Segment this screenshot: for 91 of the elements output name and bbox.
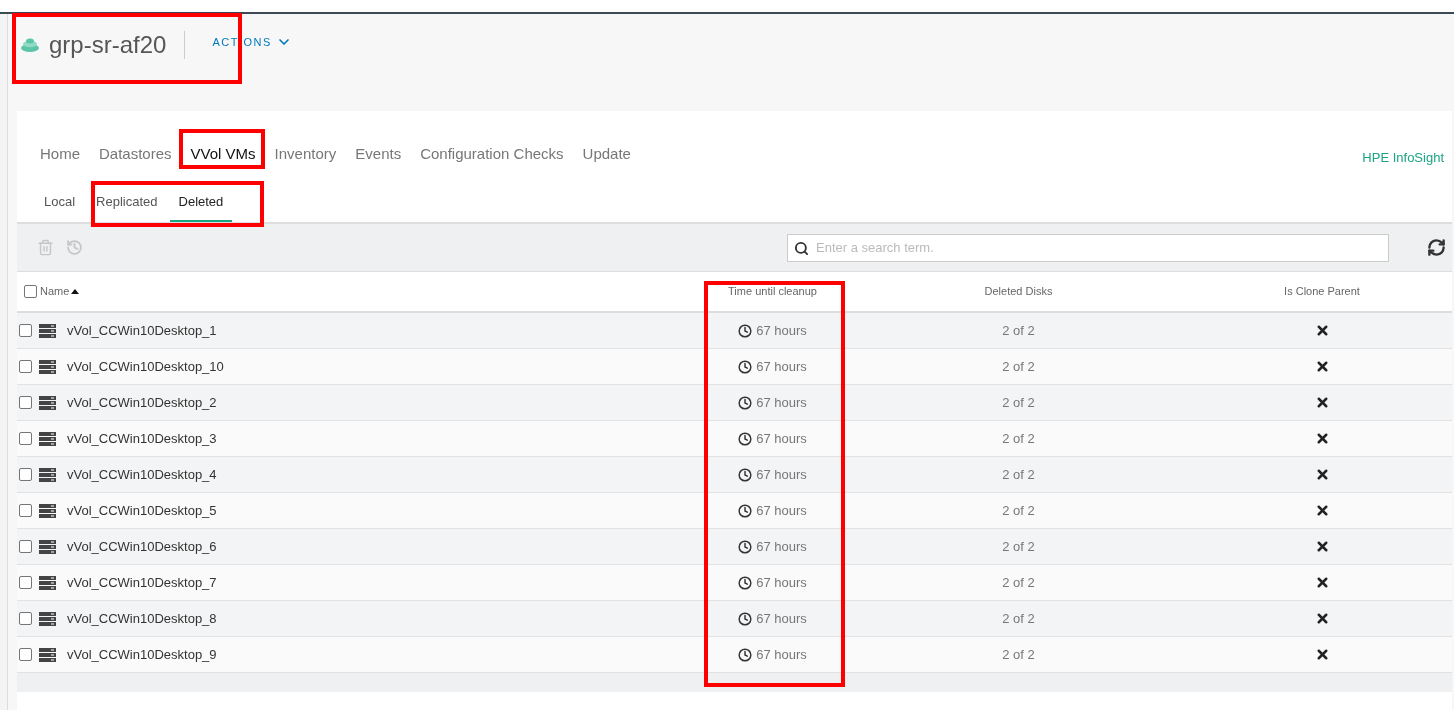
server-stack-icon <box>39 395 56 410</box>
table-cell-text: 67 hours <box>756 501 807 520</box>
column-header[interactable]: Is Clone Parent <box>1284 283 1360 300</box>
server-stack-icon <box>39 431 56 446</box>
checkbox[interactable] <box>19 432 32 445</box>
clock-icon <box>738 323 753 338</box>
search-field[interactable]: Enter a search term. <box>787 233 1389 262</box>
server-stack-icon <box>39 359 56 374</box>
table-cell-text: 67 hours <box>756 393 807 412</box>
clock-icon <box>738 431 753 446</box>
table-row[interactable]: vVol_CCWin10Desktop_2 67 hours 2 of 2 <box>17 385 1452 421</box>
table-cell-text: vVol_CCWin10Desktop_3 <box>67 429 217 448</box>
table-row[interactable]: vVol_CCWin10Desktop_4 67 hours 2 of 2 <box>17 457 1452 493</box>
sub-tab[interactable]: Local <box>35 184 85 222</box>
table-cell-text: 67 hours <box>756 321 807 340</box>
page-title: grp-sr-af20 <box>49 30 167 60</box>
table-row[interactable]: vVol_CCWin10Desktop_7 67 hours 2 of 2 <box>17 565 1452 601</box>
table-cell-text: 2 of 2 <box>1002 429 1035 448</box>
sub-tab[interactable]: Deleted <box>169 184 233 222</box>
server-stack-icon <box>39 647 56 662</box>
table-cell-text: 67 hours <box>756 537 807 556</box>
table-cell-text: vVol_CCWin10Desktop_7 <box>67 573 217 592</box>
table-cell-text: 2 of 2 <box>1002 393 1035 412</box>
nav-tab[interactable]: Home <box>35 140 85 167</box>
clock-icon <box>738 539 753 554</box>
checkbox[interactable] <box>24 285 37 298</box>
nav-tab[interactable]: VVol VMs <box>185 140 261 167</box>
table-cell-text: 2 of 2 <box>1002 573 1035 592</box>
nav-tab[interactable]: Events <box>350 140 407 167</box>
table-cell-text: 67 hours <box>756 609 807 628</box>
table-cell-text: vVol_CCWin10Desktop_5 <box>67 501 217 520</box>
server-stack-icon <box>39 467 56 482</box>
clock-icon <box>738 611 753 626</box>
checkbox[interactable] <box>19 360 32 373</box>
table-cell-text: 2 of 2 <box>1002 501 1035 520</box>
table-cell-text: 67 hours <box>756 429 807 448</box>
refresh-icon[interactable] <box>1427 238 1446 257</box>
clock-icon <box>738 503 753 518</box>
server-stack-icon <box>39 539 56 554</box>
table-cell-text: vVol_CCWin10Desktop_4 <box>67 465 217 484</box>
server-stack-icon <box>39 503 56 518</box>
table-row[interactable]: vVol_CCWin10Desktop_8 67 hours 2 of 2 <box>17 601 1452 637</box>
table-cell-text: 2 of 2 <box>1002 357 1035 376</box>
table-cell-text: vVol_CCWin10Desktop_2 <box>67 393 217 412</box>
layers-logo-icon <box>20 37 40 53</box>
clock-icon <box>738 575 753 590</box>
checkbox[interactable] <box>19 576 32 589</box>
table-cell-text: vVol_CCWin10Desktop_1 <box>67 321 217 340</box>
table-cell-text: 2 of 2 <box>1002 465 1035 484</box>
nav-tab[interactable]: Update <box>577 140 636 167</box>
server-stack-icon <box>39 611 56 626</box>
table-cell-text: 67 hours <box>756 645 807 664</box>
table-cell-text: 2 of 2 <box>1002 537 1035 556</box>
checkbox[interactable] <box>19 324 32 337</box>
nav-tab[interactable]: Datastores <box>94 140 177 167</box>
table-cell-text: vVol_CCWin10Desktop_6 <box>67 537 217 556</box>
table-row[interactable]: vVol_CCWin10Desktop_9 67 hours 2 of 2 <box>17 637 1452 673</box>
table-row[interactable]: vVol_CCWin10Desktop_10 67 hours 2 of 2 <box>17 349 1452 385</box>
sub-tab[interactable]: Replicated <box>87 184 167 222</box>
column-header[interactable]: Name <box>40 283 80 300</box>
server-stack-icon <box>39 575 56 590</box>
checkbox[interactable] <box>19 540 32 553</box>
table-cell-text: vVol_CCWin10Desktop_8 <box>67 609 217 628</box>
table-cell-text: vVol_CCWin10Desktop_9 <box>67 645 217 664</box>
sort-ascending-icon <box>71 289 80 294</box>
table-row[interactable]: vVol_CCWin10Desktop_6 67 hours 2 of 2 <box>17 529 1452 565</box>
clock-icon <box>738 359 753 374</box>
nav-tab[interactable]: Inventory <box>269 140 342 167</box>
checkbox[interactable] <box>19 612 32 625</box>
search-icon <box>794 240 809 256</box>
server-stack-icon <box>39 323 56 338</box>
column-header[interactable]: Time until cleanup <box>728 283 817 300</box>
checkbox[interactable] <box>19 504 32 517</box>
table-row[interactable]: vVol_CCWin10Desktop_1 67 hours 2 of 2 <box>17 313 1452 349</box>
table-cell-text: vVol_CCWin10Desktop_10 <box>67 357 224 376</box>
checkbox[interactable] <box>19 396 32 409</box>
table-cell-text: 67 hours <box>756 357 807 376</box>
checkbox[interactable] <box>19 648 32 661</box>
table-cell-text: 2 of 2 <box>1002 645 1035 664</box>
table-cell-text: 2 of 2 <box>1002 321 1035 340</box>
clock-icon <box>738 395 753 410</box>
table-cell-text: 2 of 2 <box>1002 609 1035 628</box>
column-header[interactable]: Deleted Disks <box>984 283 1053 300</box>
table-row[interactable]: vVol_CCWin10Desktop_5 67 hours 2 of 2 <box>17 493 1452 529</box>
table-row[interactable]: vVol_CCWin10Desktop_3 67 hours 2 of 2 <box>17 421 1452 457</box>
clock-icon <box>738 467 753 482</box>
checkbox[interactable] <box>19 468 32 481</box>
clock-icon <box>738 647 753 662</box>
table-cell-text: 67 hours <box>756 573 807 592</box>
table-cell-text: 67 hours <box>756 465 807 484</box>
nav-tab[interactable]: Configuration Checks <box>415 140 569 167</box>
